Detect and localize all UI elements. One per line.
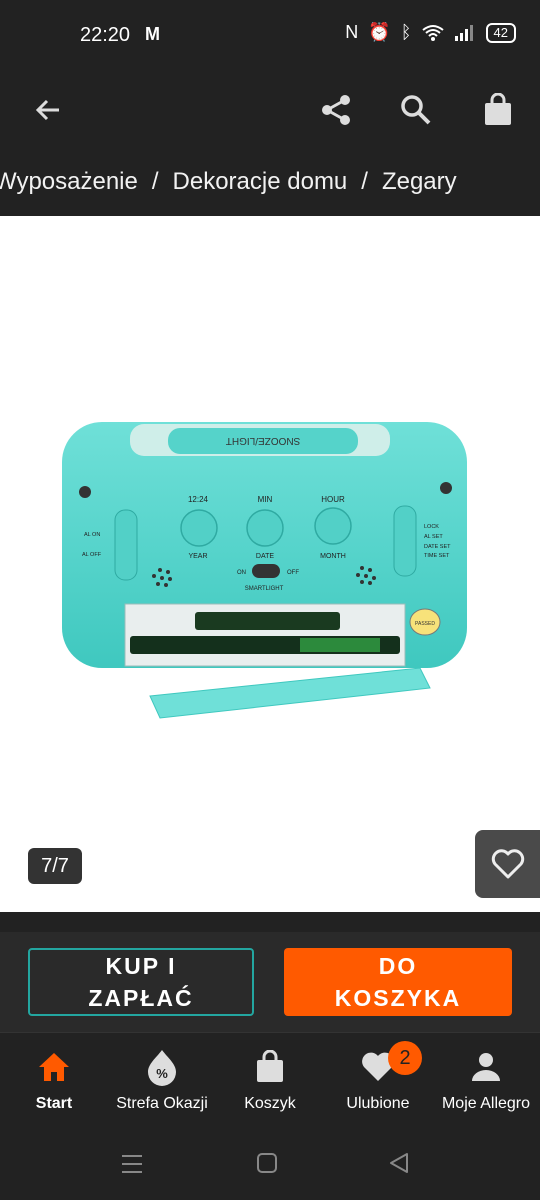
clock-label: DATE SET: [424, 544, 451, 550]
alarm-icon: ⏰: [368, 22, 391, 42]
breadcrumb-separator: /: [151, 168, 159, 195]
add-to-favorites-button[interactable]: [475, 830, 540, 898]
gmail-icon: M: [145, 24, 160, 44]
breadcrumb-separator: /: [361, 168, 368, 195]
nav-label: Ulubione: [346, 1095, 410, 1112]
image-counter: 7/7: [28, 848, 82, 884]
nav-label: Strefa Okazji: [116, 1095, 208, 1112]
wifi-icon: [421, 24, 444, 41]
nav-account[interactable]: Moje Allegro: [432, 1047, 540, 1113]
clock-label: MIN: [258, 495, 273, 504]
nfc-icon: N: [345, 22, 359, 42]
breadcrumb-item[interactable]: Wyposażenie: [0, 168, 138, 195]
system-navigation: [0, 1132, 540, 1200]
bottom-navigation: Start % Strefa Okazji Koszyk 2 Ulubione …: [0, 1032, 540, 1133]
cart-button[interactable]: [474, 86, 522, 134]
share-button[interactable]: [312, 86, 360, 134]
breadcrumb-item[interactable]: Dekoracje domu: [173, 168, 348, 195]
clock-label: TIME SET: [424, 553, 450, 559]
clock-label: HOUR: [321, 495, 345, 504]
clock-label: OFF: [287, 570, 299, 576]
shopping-bag-icon: [257, 1050, 283, 1082]
percent-tag-icon: %: [148, 1050, 176, 1086]
status-time: 22:20: [80, 24, 131, 46]
shopping-bag-icon: [485, 93, 511, 125]
back-triangle-icon[interactable]: [388, 1152, 410, 1174]
app-toolbar: [0, 72, 540, 148]
home-icon: [39, 1053, 69, 1081]
purchase-bar: KUP I ZAPŁAĆ DO KOSZYKA: [0, 932, 540, 1032]
nav-deals[interactable]: % Strefa Okazji: [108, 1047, 216, 1113]
search-icon: [401, 95, 431, 125]
search-button[interactable]: [392, 86, 440, 134]
clock-label: AL ON: [84, 532, 100, 538]
battery-icon: 42: [485, 22, 516, 43]
recent-apps-icon[interactable]: [120, 1152, 144, 1176]
heart-outline-icon: [491, 849, 524, 879]
clock-label: AL OFF: [82, 552, 102, 558]
bluetooth-icon: ᛒ: [400, 22, 412, 42]
add-to-cart-button[interactable]: DO KOSZYKA: [284, 948, 512, 1016]
clock-label: ON: [237, 570, 246, 576]
add-to-cart-label-1: DO: [378, 953, 418, 979]
clock-label: LOCK: [424, 524, 439, 530]
arrow-left-icon: [35, 99, 59, 121]
clock-brand-label: SNOOZE/LIGHT: [226, 435, 300, 446]
signal-icon: [454, 24, 473, 41]
status-bar: 22:20 M N ⏰ ᛒ 42: [0, 0, 540, 72]
clock-label: PASSED: [415, 621, 435, 627]
back-button[interactable]: [24, 86, 72, 134]
status-icons: N ⏰ ᛒ 42: [345, 22, 516, 43]
breadcrumb-item[interactable]: Zegary: [382, 168, 457, 195]
clock-label: AL SET: [424, 534, 443, 540]
nav-label: Start: [35, 1095, 73, 1112]
share-icon: [322, 95, 350, 125]
clock-label: YEAR: [188, 553, 207, 560]
user-icon: [472, 1053, 500, 1081]
clock-label: SMARTLIGHT: [245, 586, 284, 592]
favorites-count-badge: 2: [388, 1041, 422, 1075]
add-to-cart-label-2: KOSZYKA: [334, 985, 462, 1011]
buy-now-button[interactable]: KUP I ZAPŁAĆ: [28, 948, 254, 1016]
clock-label: DATE: [256, 553, 274, 560]
svg-text:%: %: [156, 1066, 168, 1081]
buy-now-label-1: KUP I: [105, 953, 177, 979]
buy-now-label-2: ZAPŁAĆ: [88, 985, 194, 1011]
nav-start[interactable]: Start: [0, 1047, 108, 1113]
product-image: SNOOZE/LIGHT 12:24 MIN HOUR YEAR DATE MO…: [62, 422, 467, 719]
section-divider: [0, 912, 540, 932]
breadcrumb: Wyposażenie / Dekoracje domu / Zegary: [0, 150, 540, 216]
nav-favorites[interactable]: 2 Ulubione: [324, 1041, 432, 1113]
clock-label: 12:24: [188, 495, 209, 504]
home-button-icon[interactable]: [256, 1152, 278, 1174]
product-gallery[interactable]: SNOOZE/LIGHT 12:24 MIN HOUR YEAR DATE MO…: [0, 216, 540, 912]
nav-label: Koszyk: [244, 1095, 296, 1112]
nav-label: Moje Allegro: [441, 1095, 531, 1112]
nav-cart[interactable]: Koszyk: [216, 1047, 324, 1113]
clock-label: MONTH: [320, 553, 346, 560]
